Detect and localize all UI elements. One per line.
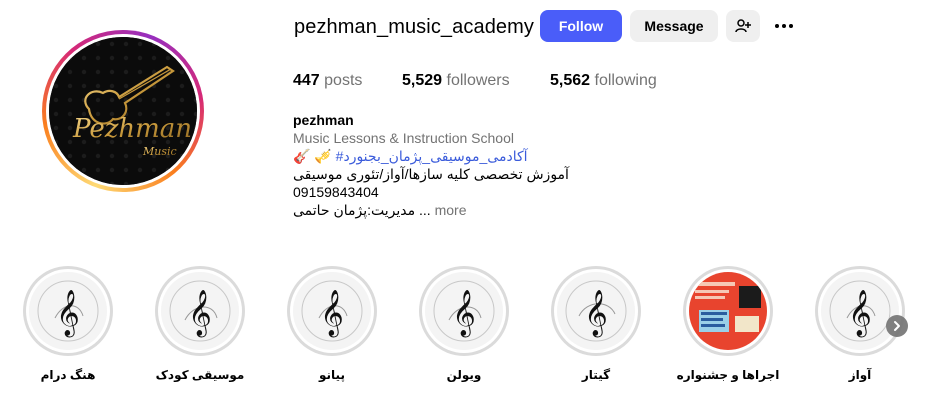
posts-label: posts xyxy=(324,72,363,89)
treble-clef-icon: 𝄞 xyxy=(29,272,107,350)
following-label: following xyxy=(594,72,657,89)
highlight-label: ویولن xyxy=(446,368,482,382)
svg-text:𝄞: 𝄞 xyxy=(848,290,872,338)
highlight-label: پیانو xyxy=(319,368,345,382)
story-highlight[interactable]: 𝄞 آواز xyxy=(815,266,905,382)
treble-clef-icon: 𝄞 xyxy=(425,272,503,350)
svg-text:𝄞: 𝄞 xyxy=(452,290,476,338)
event-poster-icon xyxy=(689,272,767,350)
bio-line-manager: مدیریت:پژمان حاتمی ... more xyxy=(293,201,467,219)
bio-category: Music Lessons & Instruction School xyxy=(293,130,514,146)
story-highlight[interactable]: اجراها و جشنواره xyxy=(677,266,779,382)
highlight-label: موسیقی کودک xyxy=(155,368,245,382)
highlight-cover[interactable]: 𝄞 xyxy=(23,266,113,356)
highlight-cover[interactable]: 𝄞 xyxy=(287,266,377,356)
highlight-label: اجراها و جشنواره xyxy=(676,368,780,382)
highlight-cover[interactable]: 𝄞 xyxy=(551,266,641,356)
following-count: 5,562 xyxy=(550,72,591,89)
profile-username: pezhman_music_academy xyxy=(294,16,535,38)
following-stat[interactable]: 5,562 following xyxy=(550,72,657,90)
highlight-cover[interactable] xyxy=(683,266,773,356)
svg-text:𝄞: 𝄞 xyxy=(320,290,344,338)
treble-clef-icon: 𝄞 xyxy=(161,272,239,350)
more-options-button[interactable] xyxy=(771,14,797,38)
bio-line-services: آموزش تخصصی کلیه سازها/آواز/تئوری موسیقی xyxy=(293,166,569,182)
highlight-label: آواز xyxy=(848,368,872,382)
followers-stat[interactable]: 5,529 followers xyxy=(402,72,510,90)
highlight-cover[interactable]: 𝄞 xyxy=(155,266,245,356)
treble-clef-icon: 𝄞 xyxy=(821,272,899,350)
follow-button[interactable]: Follow xyxy=(540,10,622,42)
more-options-icon xyxy=(775,24,779,28)
story-highlight[interactable]: 𝄞 ویولن xyxy=(419,266,509,382)
bio-line-phone: 09159843404 xyxy=(293,184,379,200)
add-user-icon xyxy=(735,19,751,33)
message-button[interactable]: Message xyxy=(630,10,718,42)
story-highlight[interactable]: 𝄞 موسیقی کودک xyxy=(155,266,245,382)
pezhman-logo-icon: Pezhman Music xyxy=(49,37,197,185)
svg-text:𝄞: 𝄞 xyxy=(584,290,608,338)
bio-emojis: 🎸 🎺 xyxy=(293,148,332,164)
logo-text: Pezhman xyxy=(72,114,192,144)
bio-manager-text: مدیریت:پژمان حاتمی ... xyxy=(293,202,431,218)
bio-name: pezhman xyxy=(293,112,354,128)
suggested-users-button[interactable] xyxy=(726,10,760,42)
highlight-cover[interactable]: 𝄞 xyxy=(419,266,509,356)
chevron-right-icon xyxy=(894,321,900,331)
bio-hashtag-line: 🎸 🎺 #آکادمی_موسیقی_پژمان_بجنورد xyxy=(293,147,528,165)
treble-clef-icon: 𝄞 xyxy=(557,272,635,350)
bio-hashtag-link[interactable]: #آکادمی_موسیقی_پژمان_بجنورد xyxy=(336,148,528,164)
svg-text:𝄞: 𝄞 xyxy=(56,290,80,338)
posts-count: 447 xyxy=(293,72,320,89)
avatar-border: Pezhman Music xyxy=(46,34,200,188)
highlight-label: هنگ درام xyxy=(40,368,96,382)
bio-more-link[interactable]: more xyxy=(435,202,467,218)
svg-text:𝄞: 𝄞 xyxy=(188,290,212,338)
highlight-label: گیتار xyxy=(581,368,611,382)
avatar[interactable]: Pezhman Music xyxy=(49,37,197,185)
highlights-next-button[interactable] xyxy=(886,315,908,337)
story-highlight[interactable]: 𝄞 پیانو xyxy=(287,266,377,382)
posts-stat: 447 posts xyxy=(293,72,362,90)
followers-label: followers xyxy=(446,72,510,89)
treble-clef-icon: 𝄞 xyxy=(293,272,371,350)
profile-avatar-ring[interactable]: Pezhman Music xyxy=(42,30,204,192)
story-highlight[interactable]: 𝄞 هنگ درام xyxy=(23,266,113,382)
logo-subtext: Music xyxy=(142,145,177,158)
followers-count: 5,529 xyxy=(402,72,443,89)
story-highlight[interactable]: 𝄞 گیتار xyxy=(551,266,641,382)
highlight-cover[interactable]: 𝄞 xyxy=(815,266,905,356)
